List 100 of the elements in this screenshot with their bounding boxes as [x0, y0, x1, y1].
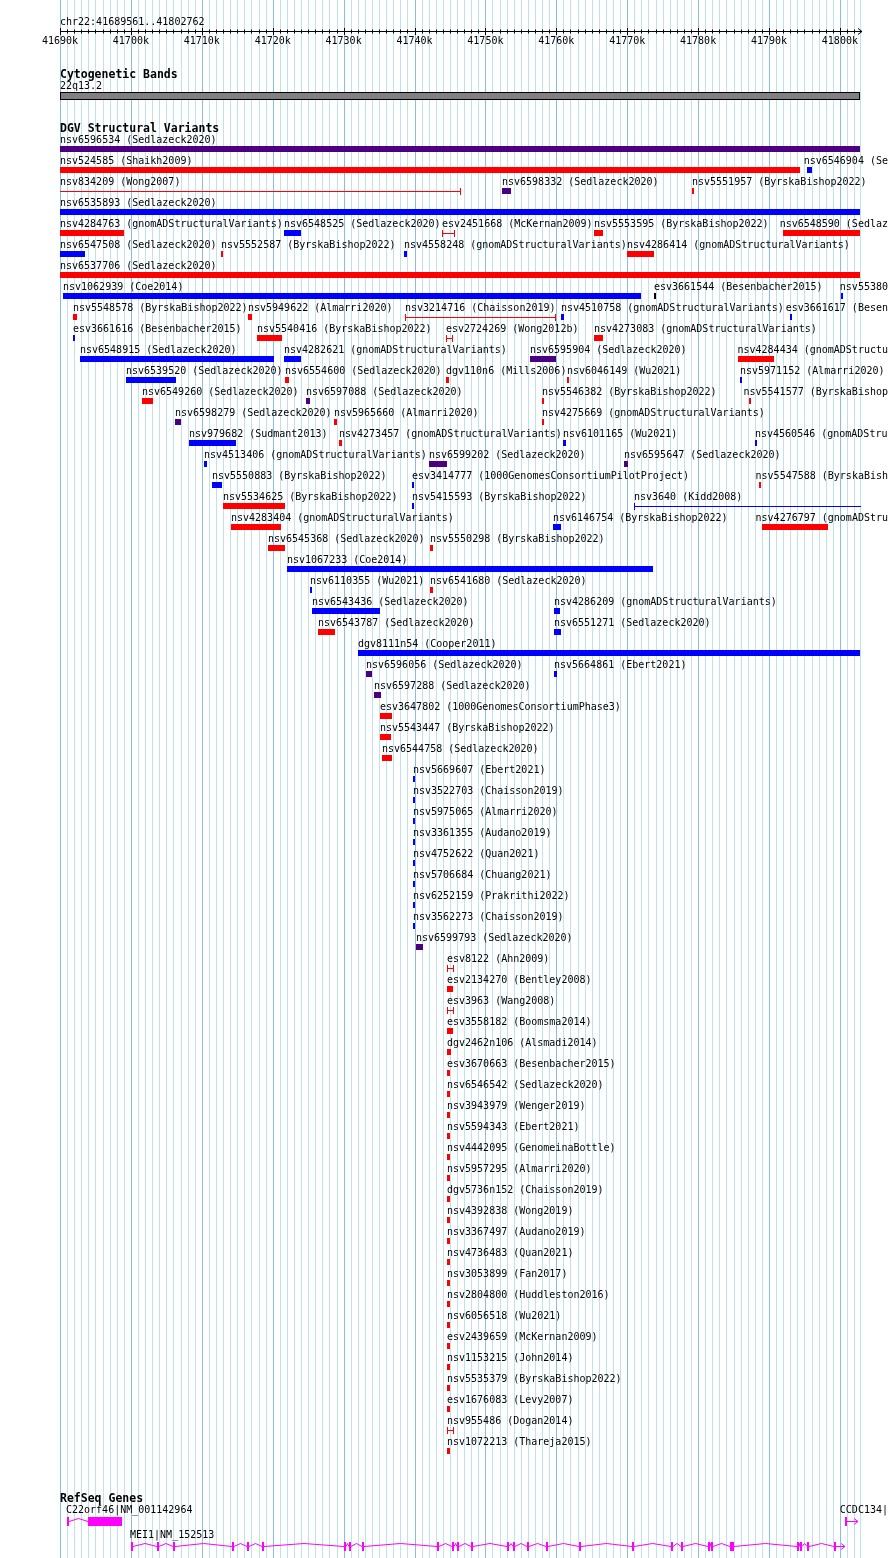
variant-span[interactable] — [447, 965, 454, 972]
variant-bar[interactable] — [447, 1385, 450, 1391]
variant-bar[interactable] — [430, 587, 433, 593]
variant-bar[interactable] — [284, 230, 301, 236]
variant-bar[interactable] — [189, 440, 236, 446]
variant-bar[interactable] — [142, 398, 153, 404]
variant-bar[interactable] — [63, 293, 641, 299]
variant-bar[interactable] — [287, 566, 653, 572]
variant-bar[interactable] — [447, 1112, 450, 1118]
variant-bar[interactable] — [285, 377, 289, 383]
variant-bar[interactable] — [257, 335, 282, 341]
variant-bar[interactable] — [554, 608, 560, 614]
variant-bar[interactable] — [231, 524, 281, 530]
variant-bar[interactable] — [447, 1070, 450, 1076]
variant-bar[interactable] — [339, 440, 342, 446]
variant-bar[interactable] — [447, 1448, 450, 1454]
variant-span[interactable] — [442, 230, 455, 237]
variant-bar[interactable] — [554, 629, 561, 635]
variant-bar[interactable] — [204, 461, 207, 467]
variant-bar[interactable] — [447, 1343, 450, 1349]
variant-bar[interactable] — [284, 356, 301, 362]
variant-bar[interactable] — [268, 545, 285, 551]
variant-bar[interactable] — [380, 734, 391, 740]
variant-bar[interactable] — [738, 356, 774, 362]
variant-bar[interactable] — [429, 461, 447, 467]
variant-span[interactable] — [446, 335, 453, 342]
variant-bar[interactable] — [60, 272, 860, 278]
variant-bar[interactable] — [447, 1364, 450, 1370]
variant-bar[interactable] — [447, 1322, 450, 1328]
gene-model[interactable] — [130, 1540, 846, 1552]
variant-bar[interactable] — [248, 314, 252, 320]
variant-bar[interactable] — [447, 1406, 450, 1412]
variant-bar[interactable] — [318, 629, 335, 635]
variant-bar[interactable] — [447, 1133, 450, 1139]
variant-bar[interactable] — [447, 1280, 450, 1286]
variant-bar[interactable] — [366, 671, 372, 677]
variant-bar[interactable] — [447, 1028, 453, 1034]
variant-bar[interactable] — [447, 1091, 450, 1097]
variant-bar[interactable] — [447, 1154, 450, 1160]
variant-bar[interactable] — [553, 524, 561, 530]
variant-bar[interactable] — [502, 188, 511, 194]
variant-span[interactable] — [405, 314, 556, 321]
variant-bar[interactable] — [306, 398, 310, 404]
variant-bar[interactable] — [73, 314, 77, 320]
variant-bar[interactable] — [594, 230, 603, 236]
variant-label: nsv6046149 (Wu2021) — [567, 365, 682, 376]
tick-label: 41700k — [112, 35, 149, 46]
variant-bar[interactable] — [358, 650, 860, 656]
variant-bar[interactable] — [447, 1175, 450, 1181]
variant-bar[interactable] — [446, 377, 449, 383]
variant-bar[interactable] — [762, 524, 828, 530]
variant-bar[interactable] — [404, 251, 407, 257]
gene-model[interactable] — [66, 1515, 123, 1527]
variant-bar[interactable] — [382, 755, 392, 761]
variant-bar[interactable] — [554, 671, 557, 677]
variant-bar[interactable] — [447, 1259, 450, 1265]
variant-bar[interactable] — [380, 713, 392, 719]
gene-model[interactable] — [845, 1515, 859, 1527]
variant-label: nsv4558248 (gnomADStructuralVariants) — [404, 239, 627, 250]
variant-span[interactable] — [447, 1427, 454, 1434]
variant-bar[interactable] — [374, 692, 381, 698]
variant-bar[interactable] — [430, 545, 433, 551]
variant-label: nsv5548578 (ByrskaBishop2022) — [73, 302, 248, 313]
variant-bar[interactable] — [60, 251, 85, 257]
variant-bar[interactable] — [334, 419, 337, 425]
variant-label: nsv3522703 (Chaisson2019) — [413, 785, 564, 796]
variant-label: nsv5706684 (Chuang2021) — [413, 869, 552, 880]
variant-span[interactable] — [634, 503, 861, 510]
variant-bar[interactable] — [60, 167, 800, 173]
variant-bar[interactable] — [530, 356, 556, 362]
variant-bar[interactable] — [447, 1238, 450, 1244]
variant-bar[interactable] — [807, 167, 812, 173]
variant-bar[interactable] — [60, 146, 860, 152]
variant-span[interactable] — [60, 188, 461, 195]
variant-bar[interactable] — [447, 986, 453, 992]
variant-label: nsv1153215 (John2014) — [447, 1352, 574, 1363]
tick-label: 41780k — [680, 35, 717, 46]
variant-bar[interactable] — [563, 440, 566, 446]
variant-label: nsv6146754 (ByrskaBishop2022) — [553, 512, 728, 523]
variant-bar[interactable] — [312, 608, 380, 614]
variant-bar[interactable] — [447, 1217, 450, 1223]
variant-bar[interactable] — [60, 209, 860, 215]
variant-bar[interactable] — [416, 944, 423, 950]
variant-bar[interactable] — [447, 1196, 450, 1202]
variant-label: nsv4560546 (gnomADStru — [755, 428, 888, 439]
variant-bar[interactable] — [223, 503, 285, 509]
variant-label: nsv4510758 (gnomADStructuralVariants) — [561, 302, 784, 313]
variant-bar[interactable] — [594, 335, 603, 341]
variant-bar[interactable] — [175, 419, 181, 425]
variant-bar[interactable] — [561, 314, 564, 320]
variant-bar[interactable] — [60, 230, 124, 236]
variant-bar[interactable] — [80, 356, 274, 362]
variant-bar[interactable] — [624, 461, 628, 467]
variant-bar[interactable] — [783, 230, 860, 236]
variant-span[interactable] — [447, 1007, 454, 1014]
variant-bar[interactable] — [627, 251, 654, 257]
variant-bar[interactable] — [212, 482, 222, 488]
variant-bar[interactable] — [447, 1049, 451, 1055]
variant-bar[interactable] — [447, 1301, 450, 1307]
variant-bar[interactable] — [126, 377, 176, 383]
